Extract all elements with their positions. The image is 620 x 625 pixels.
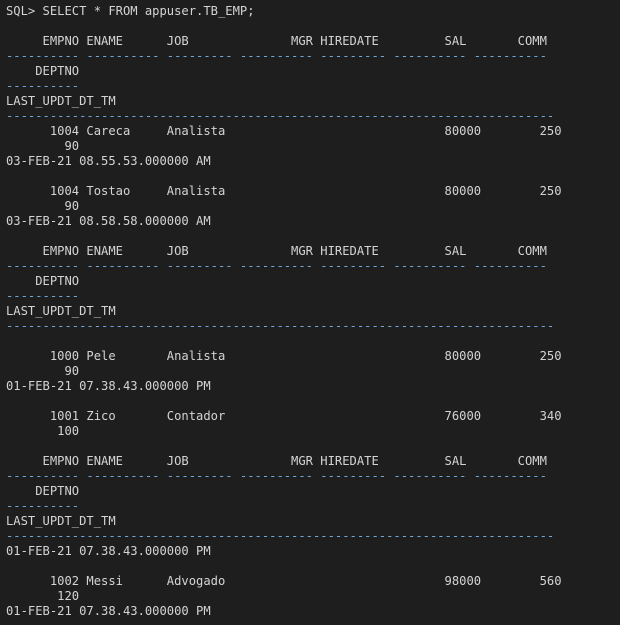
separator-line: ---------- [6,289,80,303]
terminal-output[interactable]: SQL> SELECT * FROM appuser.TB_EMP; EMPNO… [0,0,620,625]
output-line: 90 [6,139,80,153]
output-line: DEPTNO [6,274,80,288]
output-line: 03-FEB-21 08.58.58.000000 AM [6,214,211,228]
output-line: 120 [6,589,80,603]
output-line: 01-FEB-21 07.38.43.000000 PM [6,379,211,393]
output-line: 01-FEB-21 07.38.43.000000 PM [6,604,211,618]
output-line: DEPTNO [6,64,80,78]
separator-line: ---------- ---------- --------- --------… [6,49,547,63]
output-line: 1004 Tostao Analista 80000 250 [6,184,562,198]
sql-command-line: SQL> SELECT * FROM appuser.TB_EMP; [6,4,255,18]
output-line: 1000 Pele Analista 80000 250 [6,349,562,363]
output-line: 100 [6,424,80,438]
output-line: LAST_UPDT_DT_TM [6,304,116,318]
separator-line: ----------------------------------------… [6,109,555,123]
output-line: LAST_UPDT_DT_TM [6,514,116,528]
output-line: 1002 Messi Advogado 98000 560 [6,574,562,588]
separator-line: ---------- [6,79,80,93]
output-line: 01-FEB-21 07.38.43.000000 PM [6,544,211,558]
output-line: EMPNO ENAME JOB MGR HIREDATE SAL COMM [6,244,547,258]
output-line: 90 [6,199,80,213]
output-line: LAST_UPDT_DT_TM [6,94,116,108]
output-line: 03-FEB-21 08.55.53.000000 AM [6,154,211,168]
separator-line: ----------------------------------------… [6,319,555,333]
separator-line: ---------- ---------- --------- --------… [6,469,547,483]
output-line: EMPNO ENAME JOB MGR HIREDATE SAL COMM [6,454,547,468]
separator-line: ---------- [6,499,80,513]
separator-line: ----------------------------------------… [6,529,555,543]
output-line: 90 [6,364,80,378]
output-line: 1001 Zico Contador 76000 340 [6,409,562,423]
output-line: DEPTNO [6,484,80,498]
separator-line: ---------- ---------- --------- --------… [6,259,547,273]
output-line: 1004 Careca Analista 80000 250 [6,124,562,138]
output-line: EMPNO ENAME JOB MGR HIREDATE SAL COMM [6,34,547,48]
